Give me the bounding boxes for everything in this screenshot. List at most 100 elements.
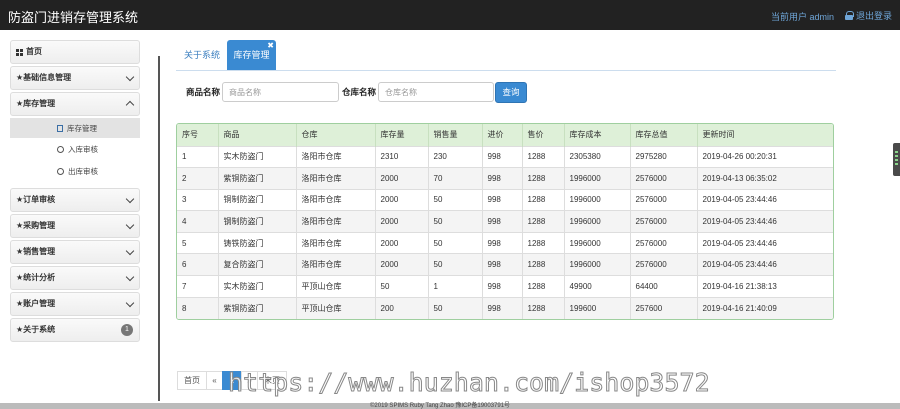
cell-stock-cost: 1996000 [564, 210, 631, 233]
grid-icon [16, 48, 23, 56]
sidebar-item-order-review[interactable]: ★订单审核 [10, 188, 140, 212]
cell-stock-value: 2576000 [630, 253, 698, 276]
sidebar-item-about[interactable]: ★关于系统 1 [10, 318, 140, 342]
cell-stock-cost: 2305380 [564, 145, 631, 168]
sidebar-subitem-label: 库存管理 [67, 123, 97, 133]
cell-warehouse: 洛阳市仓库 [296, 231, 376, 254]
col-header-cost-price: 进价 [482, 124, 523, 146]
cell-stock-cost: 49900 [564, 275, 631, 298]
cell-warehouse: 洛阳市仓库 [296, 188, 376, 211]
cell-sales: 230 [428, 145, 483, 168]
count-badge: 1 [121, 324, 133, 336]
sidebar-subitem-inventory-manage[interactable]: 库存管理 [10, 118, 140, 138]
cell-sales: 50 [428, 231, 483, 254]
top-navbar: 防盗门进销存管理系统 当前用户 admin 退出登录 [0, 0, 900, 30]
cell-warehouse: 洛阳市仓库 [296, 167, 376, 190]
chevron-down-icon [125, 272, 135, 282]
cell-updated: 2019-04-16 21:40:09 [697, 296, 833, 319]
warehouse-name-input[interactable] [378, 82, 495, 102]
cell-updated: 2019-04-26 00:20:31 [697, 145, 833, 168]
sidebar-item-label: ★基础信息管理 [16, 73, 72, 82]
cell-updated: 2019-04-05 23:44:46 [697, 231, 833, 254]
footer-text: ©2019 SPIMS Ruby Tang Zhao 豫ICP备19003791… [370, 403, 511, 409]
cell-index: 5 [177, 231, 219, 254]
sidebar-item-inventory[interactable]: ★库存管理 [10, 92, 140, 116]
circle-icon [57, 167, 64, 175]
side-panel-handle[interactable] [893, 143, 900, 176]
cell-sale-price: 1288 [522, 145, 565, 168]
cell-index: 7 [177, 275, 219, 298]
cell-warehouse: 平顶山仓库 [296, 296, 376, 319]
col-header-stock-cost: 库存成本 [564, 124, 631, 146]
logout-link[interactable]: 退出登录 [845, 9, 892, 22]
table-row[interactable]: 8 紫铜防盗门 平顶山仓库 200 50 998 1288 199600 257600 2019-… [177, 296, 833, 319]
col-header-sales: 销售量 [428, 124, 483, 146]
sidebar-subitem-outbound-review[interactable]: 出库审核 [10, 160, 140, 182]
current-user[interactable]: 当前用户 admin [771, 10, 834, 23]
sidebar-item-label: 首页 [26, 47, 42, 56]
cell-stock-cost: 199600 [564, 296, 631, 319]
inventory-table: 序号 商品 仓库 库存量 销售量 进价 售价 库存成本 库存总值 更新时间 1实… [176, 123, 834, 320]
cell-stock-value: 2576000 [630, 188, 698, 211]
cell-stock-value: 2576000 [630, 231, 698, 254]
cell-index: 3 [177, 188, 219, 211]
logout-label: 退出登录 [856, 11, 893, 21]
col-header-updated: 更新时间 [697, 124, 833, 146]
cell-sales: 70 [428, 167, 483, 190]
sidebar-subitem-label: 出库审核 [68, 166, 98, 176]
sidebar-subitem-label: 入库审核 [68, 144, 98, 154]
col-header-goods: 商品 [218, 124, 297, 146]
chevron-down-icon [125, 72, 135, 82]
cell-stock: 2310 [375, 145, 429, 168]
sidebar-item-label: ★账户管理 [16, 299, 56, 308]
cell-goods: 紫铜防盗门 [218, 167, 297, 190]
cell-stock: 2000 [375, 188, 429, 211]
cell-updated: 2019-04-05 23:44:46 [697, 253, 833, 276]
cell-sale-price: 1288 [522, 275, 565, 298]
table-row[interactable]: 1 实木防盗门 洛阳市仓库 2310 230 998 1288 2305380 2975280 2… [177, 145, 833, 168]
chevron-up-icon [125, 100, 135, 110]
query-button[interactable]: 查询 [495, 82, 527, 103]
table-row[interactable]: 3 铜制防盗门 洛阳市仓库 2000 50 998 1288 1996000 2576000 20… [177, 188, 833, 211]
sidebar-item-basic-info[interactable]: ★基础信息管理 [10, 66, 140, 90]
sidebar-item-accounts[interactable]: ★账户管理 [10, 292, 140, 316]
sidebar-item-home[interactable]: 首页 [10, 40, 140, 64]
table-header-row: 序号 商品 仓库 库存量 销售量 进价 售价 库存成本 库存总值 更新时间 [177, 124, 833, 146]
goods-name-label: 商品名称 [186, 87, 221, 97]
cell-stock-value: 2975280 [630, 145, 698, 168]
sidebar-item-statistics[interactable]: ★统计分析 [10, 266, 140, 290]
pager-first[interactable]: 首页 [177, 371, 207, 390]
tab-label: 库存管理 [233, 50, 270, 60]
cell-sales: 1 [428, 275, 483, 298]
sidebar-item-sales[interactable]: ★销售管理 [10, 240, 140, 264]
table-row[interactable]: 6 复合防盗门 洛阳市仓库 2000 50 998 1288 1996000 2576000 20… [177, 253, 833, 276]
table-row[interactable]: 4 钢制防盗门 洛阳市仓库 2000 50 998 1288 1996000 2576000 20… [177, 210, 833, 233]
cell-stock-value: 257600 [630, 296, 698, 319]
app-title[interactable]: 防盗门进销存管理系统 [8, 7, 138, 26]
goods-name-input[interactable] [222, 82, 340, 102]
cell-goods: 钢制防盗门 [218, 210, 297, 233]
cell-updated: 2019-04-13 06:35:02 [697, 167, 833, 190]
col-header-stock-value: 库存总值 [630, 124, 698, 146]
col-header-index: 序号 [177, 124, 219, 146]
sidebar-item-label: ★统计分析 [16, 273, 56, 282]
sidebar-item-purchase[interactable]: ★采购管理 [10, 214, 140, 238]
cell-cost-price: 998 [482, 167, 523, 190]
footer: ©2019 SPIMS Ruby Tang Zhao 豫ICP备19003791… [0, 403, 900, 409]
pager-prev[interactable]: « [206, 371, 223, 390]
cell-sale-price: 1288 [522, 188, 565, 211]
sidebar-subitem-inbound-review[interactable]: 入库审核 [10, 138, 140, 160]
chevron-down-icon [125, 246, 135, 256]
tab-about[interactable]: 关于系统 [184, 40, 224, 71]
table-row[interactable]: 2 紫铜防盗门 洛阳市仓库 2000 70 998 1288 1996000 2576000 20… [177, 167, 833, 190]
cell-stock-value: 2576000 [630, 210, 698, 233]
search-bar: 商品名称 仓库名称 [186, 81, 495, 103]
table-row[interactable]: 5 铸铁防盗门 洛阳市仓库 2000 50 998 1288 1996000 2576000 20… [177, 231, 833, 254]
col-header-stock: 库存量 [375, 124, 429, 146]
sidebar-item-label: ★关于系统 [16, 325, 56, 334]
close-icon[interactable]: ✖ [267, 30, 274, 61]
cell-index: 1 [177, 145, 219, 168]
table-row[interactable]: 7 实木防盗门 平顶山仓库 50 1 998 1288 49900 64400 2019-04-1… [177, 275, 833, 298]
tab-inventory[interactable]: 库存管理 ✖ [227, 40, 276, 71]
sidebar-item-label: ★订单审核 [16, 195, 56, 204]
